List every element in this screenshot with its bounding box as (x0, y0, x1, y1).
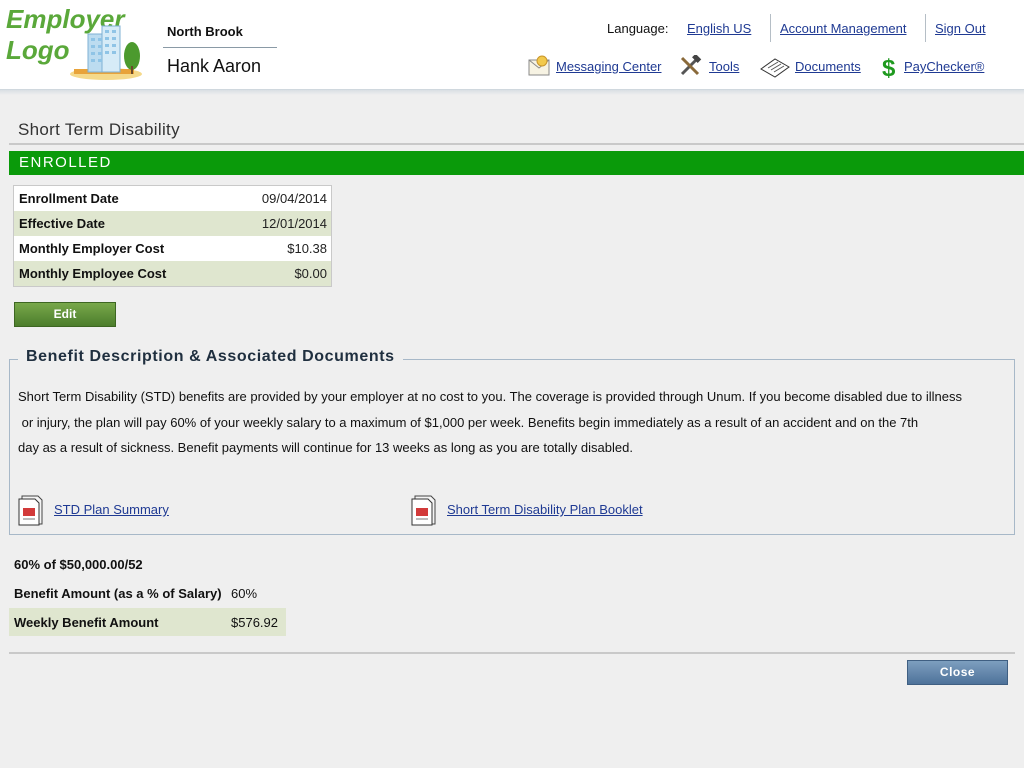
company-divider (163, 47, 277, 48)
row-value: $576.92 (231, 614, 278, 630)
std-plan-summary-link[interactable]: STD Plan Summary (54, 502, 169, 517)
table-row: Monthly Employee Cost $0.00 (14, 261, 331, 286)
status-badge: ENROLLED (9, 151, 1024, 175)
description-line: day as a result of sickness. Benefit pay… (18, 440, 633, 455)
footer-divider (9, 652, 1015, 654)
header-divider (770, 14, 771, 42)
benefit-description: Short Term Disability (STD) benefits are… (18, 384, 1008, 461)
row-label: Monthly Employee Cost (19, 266, 167, 281)
messaging-center-icon[interactable] (528, 55, 550, 77)
close-button[interactable]: Close (907, 660, 1008, 685)
row-value: $0.00 (294, 266, 327, 281)
app-header: Employer Logo North Brook Hank Aaron Lan… (0, 0, 1024, 90)
description-line: or injury, the plan will pay 60% of your… (18, 414, 919, 430)
tools-link[interactable]: Tools (709, 59, 739, 74)
edit-button[interactable]: Edit (14, 302, 116, 327)
user-name: Hank Aaron (167, 56, 262, 76)
tools-icon[interactable] (679, 55, 703, 77)
row-label: Enrollment Date (19, 191, 119, 206)
row-value: 60% (231, 585, 258, 601)
row-value: 12/01/2014 (261, 216, 327, 231)
row-value: $10.38 (287, 241, 327, 256)
language-label: Language: (607, 21, 669, 36)
building-icon (70, 25, 142, 80)
title-divider (9, 143, 1024, 145)
account-management-link[interactable]: Account Management (780, 21, 906, 36)
row-label: Weekly Benefit Amount (14, 614, 159, 630)
header-divider (925, 14, 926, 42)
svg-text:$: $ (882, 55, 896, 80)
documents-icon[interactable] (759, 55, 791, 79)
table-row: Weekly Benefit Amount $576.92 (9, 608, 286, 636)
table-row: Benefit Amount (as a % of Salary) 60% (9, 579, 286, 607)
company-name: North Brook (167, 24, 243, 39)
pdf-document-icon[interactable] (18, 494, 44, 526)
section-title: Benefit Description & Associated Documen… (18, 348, 403, 366)
pdf-document-icon[interactable] (411, 494, 437, 526)
row-label: Benefit Amount (as a % of Salary) (14, 585, 222, 601)
dollar-icon[interactable]: $ (881, 54, 899, 80)
benefit-formula: 60% of $50,000.00/52 (14, 557, 143, 572)
enrollment-table: Enrollment Date 09/04/2014 Effective Dat… (13, 185, 332, 287)
language-link[interactable]: English US (687, 21, 751, 36)
row-value: 09/04/2014 (261, 191, 327, 206)
row-label: Monthly Employer Cost (19, 241, 165, 256)
table-row: Enrollment Date 09/04/2014 (14, 186, 331, 211)
table-row: Effective Date 12/01/2014 (14, 211, 331, 236)
messaging-center-link[interactable]: Messaging Center (556, 59, 662, 74)
row-label: Effective Date (19, 216, 105, 231)
documents-link[interactable]: Documents (795, 59, 861, 74)
description-line: Short Term Disability (STD) benefits are… (18, 389, 962, 404)
header-shadow (0, 90, 1024, 95)
table-row: Monthly Employer Cost $10.38 (14, 236, 331, 261)
page-title: Short Term Disability (18, 120, 180, 139)
paychecker-link[interactable]: PayChecker® (904, 59, 984, 74)
plan-booklet-link[interactable]: Short Term Disability Plan Booklet (447, 502, 643, 517)
sign-out-link[interactable]: Sign Out (935, 21, 986, 36)
